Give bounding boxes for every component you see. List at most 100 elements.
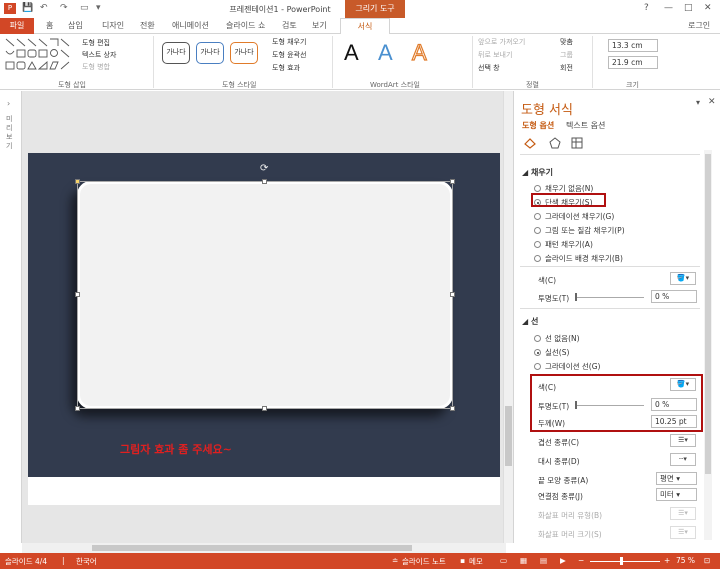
tab-file[interactable]: 파일 bbox=[0, 18, 34, 34]
line-transparency-input[interactable]: 0 % bbox=[651, 398, 697, 411]
resize-handle[interactable] bbox=[75, 179, 80, 184]
shape-height-input[interactable]: 13.3 cm bbox=[608, 39, 658, 52]
line-option-gradient[interactable]: 그라데이션 선(G) bbox=[534, 361, 600, 372]
tab-format[interactable]: 서식 bbox=[340, 18, 390, 35]
line-width-input[interactable]: 10.25 pt bbox=[651, 415, 697, 428]
fit-to-window-icon[interactable]: ⊡ bbox=[704, 556, 710, 565]
comments-icon[interactable]: ▪ bbox=[460, 556, 465, 565]
tab-insert[interactable]: 삽입 bbox=[68, 20, 83, 31]
wordart-style-2[interactable]: A bbox=[378, 40, 393, 66]
shape-fill-button[interactable]: 도형 채우기 bbox=[272, 37, 306, 47]
slider-thumb[interactable] bbox=[575, 401, 577, 409]
pane-close-icon[interactable]: ✕ bbox=[708, 97, 716, 107]
shape-width-input[interactable]: 21.9 cm bbox=[608, 56, 658, 69]
reading-view-icon[interactable]: ▤ bbox=[540, 556, 547, 565]
minimize-icon[interactable]: — bbox=[664, 3, 673, 13]
fill-transparency-slider[interactable] bbox=[576, 297, 644, 298]
vertical-scrollbar[interactable] bbox=[503, 91, 513, 543]
group-label-arrange: 정렬 bbox=[526, 81, 539, 89]
tab-slideshow[interactable]: 슬라이드 쇼 bbox=[226, 20, 265, 31]
text-box-button[interactable]: 텍스트 상자 bbox=[82, 50, 116, 60]
fill-option-slide-bg[interactable]: 슬라이드 배경 채우기(B) bbox=[534, 253, 623, 264]
comments-button[interactable]: 메모 bbox=[469, 556, 483, 567]
line-color-picker[interactable]: 🪣▾ bbox=[670, 378, 696, 391]
line-transparency-slider[interactable] bbox=[576, 405, 644, 406]
shape-outline-button[interactable]: 도형 윤곽선 bbox=[272, 50, 306, 60]
resize-handle[interactable] bbox=[75, 292, 80, 297]
resize-handle[interactable] bbox=[450, 179, 455, 184]
start-slideshow-icon[interactable]: ▭ bbox=[80, 3, 89, 13]
align-button[interactable]: 맞춤 bbox=[560, 37, 573, 47]
shape-gallery[interactable] bbox=[4, 37, 80, 75]
fill-option-picture[interactable]: 그림 또는 질감 채우기(P) bbox=[534, 225, 625, 236]
notes-button[interactable]: 슬라이드 노트 bbox=[402, 556, 446, 567]
tab-text-options[interactable]: 텍스트 옵션 bbox=[566, 120, 605, 131]
pane-scrollbar[interactable] bbox=[704, 150, 712, 540]
rotate-handle-icon[interactable]: ⟳ bbox=[260, 163, 268, 174]
dash-type-dropdown[interactable]: ┄▾ bbox=[670, 453, 696, 466]
zoom-slider-thumb[interactable] bbox=[620, 557, 623, 565]
slider-thumb[interactable] bbox=[575, 293, 577, 301]
shape-effects-button[interactable]: 도형 효과 bbox=[272, 63, 300, 73]
tab-transitions[interactable]: 전환 bbox=[140, 20, 155, 31]
fill-color-picker[interactable]: 🪣▾ bbox=[670, 272, 696, 285]
zoom-level[interactable]: 75 % bbox=[676, 556, 695, 565]
tab-home[interactable]: 홈 bbox=[46, 20, 53, 31]
scroll-thumb[interactable] bbox=[505, 406, 512, 466]
ribbon-divider bbox=[472, 36, 473, 88]
line-option-none[interactable]: 선 없음(N) bbox=[534, 333, 580, 344]
signin-link[interactable]: 로그인 bbox=[688, 20, 710, 31]
cap-type-dropdown[interactable]: 평면 ▾ bbox=[656, 472, 697, 485]
line-section-toggle[interactable]: ◢ 선 bbox=[522, 316, 538, 327]
resize-handle[interactable] bbox=[262, 179, 267, 184]
resize-handle[interactable] bbox=[262, 406, 267, 411]
fill-section-toggle[interactable]: ◢ 채우기 bbox=[522, 167, 553, 178]
zoom-slider[interactable] bbox=[590, 561, 660, 562]
line-option-solid[interactable]: 실선(S) bbox=[534, 347, 569, 358]
resize-handle[interactable] bbox=[450, 292, 455, 297]
tab-design[interactable]: 디자인 bbox=[102, 20, 124, 31]
slideshow-view-icon[interactable]: ▶ bbox=[560, 556, 566, 565]
horizontal-scrollbar[interactable] bbox=[22, 543, 506, 553]
wordart-style-3[interactable]: A bbox=[411, 39, 427, 66]
normal-view-icon[interactable]: ▭ bbox=[500, 556, 507, 565]
expand-thumbnails-icon[interactable]: › bbox=[7, 99, 10, 108]
resize-handle[interactable] bbox=[450, 406, 455, 411]
compound-type-dropdown[interactable]: ☰▾ bbox=[670, 434, 696, 447]
undo-icon[interactable]: ↶ bbox=[40, 3, 48, 13]
notes-icon[interactable]: ≐ bbox=[392, 556, 398, 565]
edit-shape-button[interactable]: 도형 편집 bbox=[82, 38, 110, 48]
redo-icon[interactable]: ↷ bbox=[60, 3, 68, 13]
resize-handle[interactable] bbox=[75, 406, 80, 411]
slide-sorter-icon[interactable]: ▦ bbox=[520, 556, 527, 565]
fill-option-pattern[interactable]: 패턴 채우기(A) bbox=[534, 239, 593, 250]
pane-options-icon[interactable]: ▾ bbox=[696, 98, 700, 107]
zoom-in-icon[interactable]: + bbox=[664, 556, 670, 565]
slide-caption[interactable]: 그림자 효과 좀 주세요~ bbox=[120, 441, 232, 457]
save-icon[interactable]: 💾 bbox=[22, 3, 33, 13]
join-type-value: 미터 bbox=[660, 490, 674, 499]
fill-transparency-input[interactable]: 0 % bbox=[651, 290, 697, 303]
customize-qat-icon[interactable]: ▾ bbox=[96, 3, 101, 13]
help-icon[interactable]: ? bbox=[644, 3, 649, 13]
language-indicator[interactable]: 한국어 bbox=[76, 556, 97, 567]
shape-style-thumb-2[interactable]: 가나다 bbox=[196, 42, 224, 64]
scroll-thumb[interactable] bbox=[92, 545, 412, 551]
join-type-dropdown[interactable]: 미터 ▾ bbox=[656, 488, 697, 501]
shape-style-thumb-3[interactable]: 가나다 bbox=[230, 42, 258, 64]
wordart-style-1[interactable]: A bbox=[344, 40, 359, 66]
thumbnail-strip[interactable]: › 미리 보기 bbox=[0, 91, 22, 543]
tab-review[interactable]: 검토 bbox=[282, 20, 297, 31]
zoom-out-icon[interactable]: − bbox=[578, 556, 584, 565]
selection-pane-button[interactable]: 선택 창 bbox=[478, 63, 500, 73]
fill-option-gradient[interactable]: 그라데이션 채우기(G) bbox=[534, 211, 614, 222]
tab-shape-options[interactable]: 도형 옵션 bbox=[522, 120, 554, 131]
shape-style-thumb-1[interactable]: 가나다 bbox=[162, 42, 190, 64]
tab-animations[interactable]: 애니메이션 bbox=[172, 20, 209, 31]
scroll-thumb[interactable] bbox=[705, 154, 711, 474]
tab-view[interactable]: 보기 bbox=[312, 20, 327, 31]
close-icon[interactable]: ✕ bbox=[704, 3, 712, 13]
rotate-button[interactable]: 회전 bbox=[560, 63, 573, 73]
notes-area[interactable] bbox=[28, 477, 500, 505]
restore-icon[interactable]: □ bbox=[684, 3, 693, 13]
